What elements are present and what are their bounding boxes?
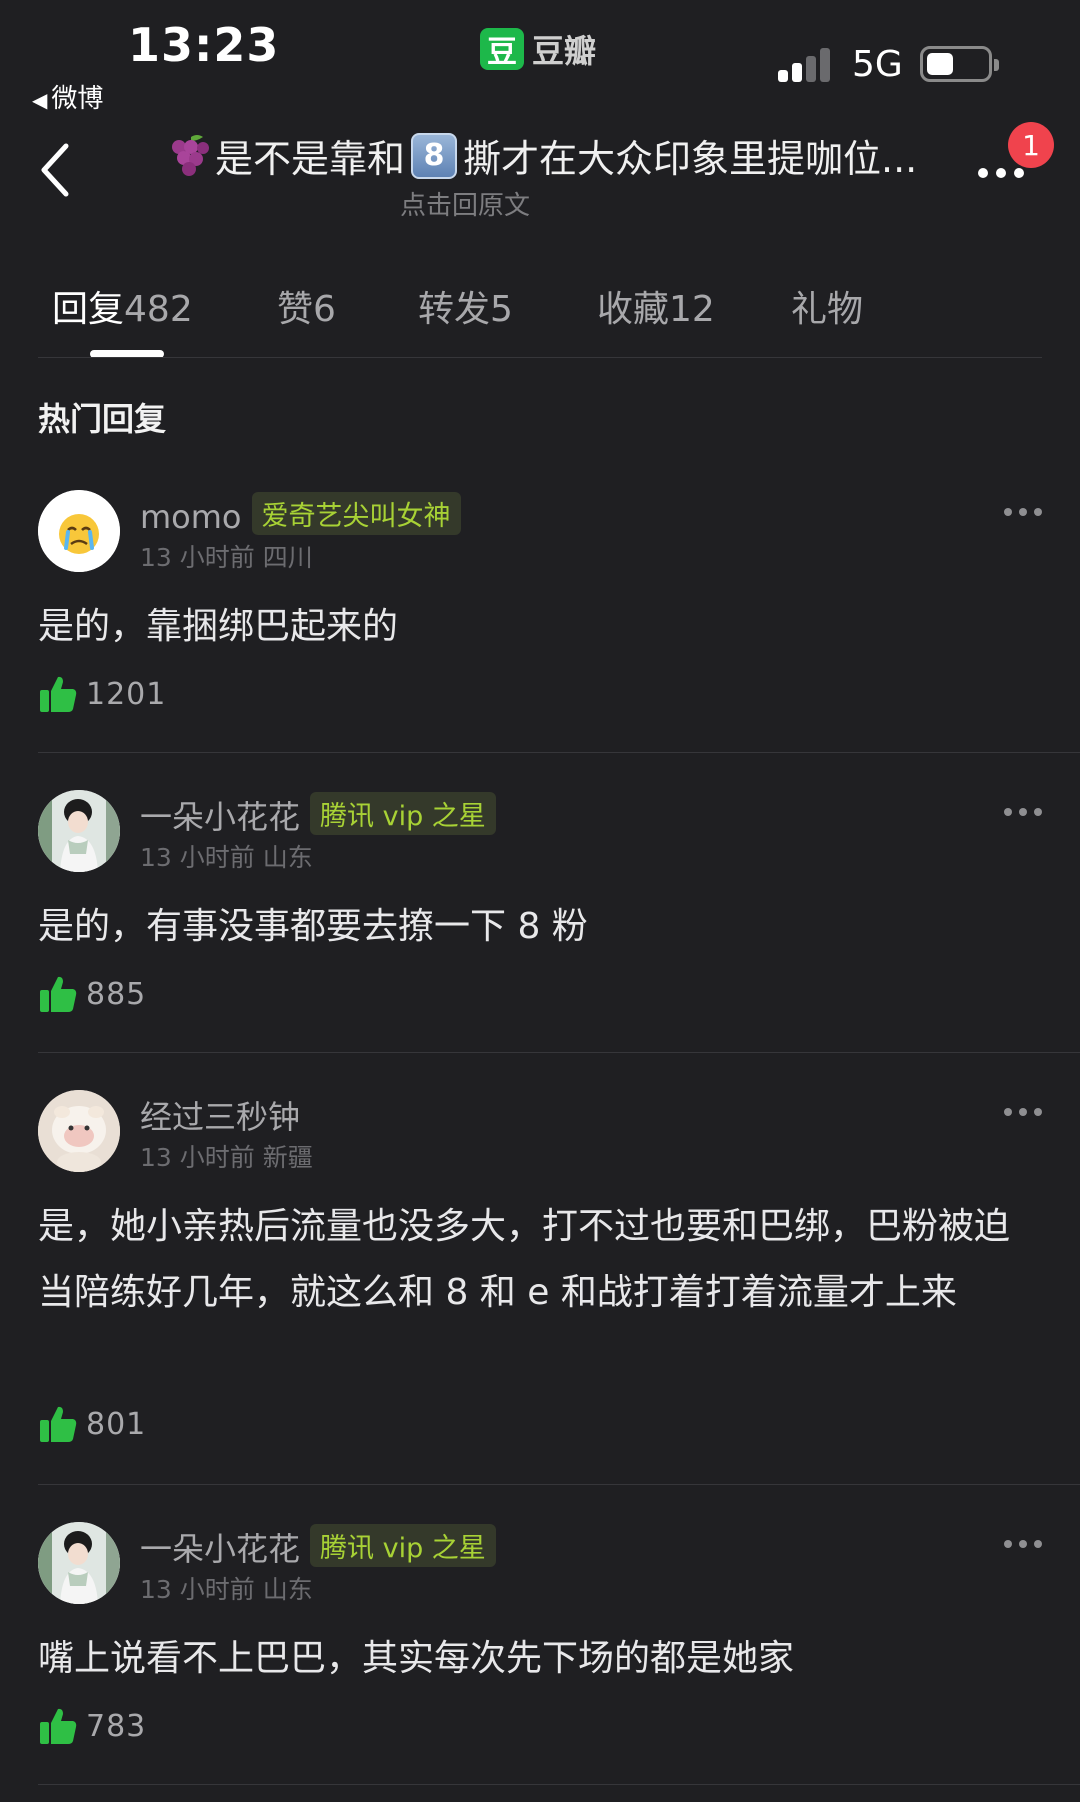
- like-count: 885: [86, 976, 147, 1012]
- tab-label: 回复: [52, 289, 125, 330]
- avatar[interactable]: [38, 1522, 120, 1604]
- tab-count: 5: [490, 289, 513, 330]
- tab-count: 6: [313, 289, 336, 330]
- back-triangle-icon: ◀: [32, 88, 48, 112]
- user-badge: 腾讯 vip 之星: [310, 1524, 496, 1567]
- avatar[interactable]: [38, 490, 120, 572]
- thumbs-up-icon: [40, 1708, 77, 1744]
- tab-label: 礼物: [791, 289, 864, 330]
- comment-more-icon[interactable]: [1004, 808, 1042, 818]
- comment-meta: 13 小时前 新疆: [140, 1143, 313, 1172]
- comment-text: 嘴上说看不上巴巴，其实每次先下场的都是她家: [38, 1638, 795, 1679]
- comment-more-icon[interactable]: [1004, 1540, 1042, 1550]
- crying-emoji-icon: [38, 490, 120, 572]
- like-button[interactable]: 783: [38, 1706, 146, 1746]
- avatar[interactable]: [38, 1090, 120, 1172]
- cellular-signal-icon: [778, 48, 834, 82]
- user-badge: 腾讯 vip 之星: [310, 792, 496, 835]
- username[interactable]: 一朵小花花 腾讯 vip 之星: [140, 792, 496, 838]
- tab-likes[interactable]: 赞6: [277, 280, 336, 332]
- battery-level-fill: [927, 53, 954, 75]
- username[interactable]: 经过三秒钟: [140, 1092, 300, 1138]
- thumbs-up-icon: [40, 976, 77, 1012]
- comment-more-icon[interactable]: [1004, 1108, 1042, 1118]
- comment-meta: 13 小时前 四川: [140, 543, 313, 572]
- app-brand-name: 豆瓣: [532, 32, 597, 70]
- thumbs-up-icon: [40, 1406, 77, 1442]
- douban-logo-icon: 豆: [480, 28, 524, 70]
- grape-icon: [172, 134, 209, 176]
- avatar[interactable]: [38, 790, 120, 872]
- thumbs-up-icon: [40, 676, 77, 712]
- title-part-2: 撕才在大众印象里提咖位...: [463, 137, 918, 181]
- username[interactable]: 一朵小花花 腾讯 vip 之星: [140, 1524, 496, 1570]
- username-text: 一朵小花花: [140, 1530, 301, 1568]
- app-brand: 豆 豆瓣: [480, 26, 596, 72]
- notification-badge: 1: [1008, 122, 1054, 168]
- comment-meta: 13 小时前 山东: [140, 1575, 313, 1604]
- comment-divider: [38, 1484, 1080, 1485]
- plush-toy-icon: [38, 1090, 120, 1172]
- tabs-divider: [38, 357, 1042, 358]
- comment-divider: [38, 752, 1080, 753]
- section-title: 热门回复: [38, 400, 167, 438]
- network-type: 5G: [852, 44, 903, 85]
- tab-count: 482: [124, 289, 193, 330]
- app-root: 13:23 ◀ 微博 豆 豆瓣 5G 是不是靠和 8 撕才在大众印象里提咖位..…: [0, 0, 1080, 1802]
- back-arrow-icon[interactable]: [36, 140, 76, 200]
- tab-favorites[interactable]: 收藏12: [597, 280, 715, 332]
- title-part-1: 是不是靠和: [215, 137, 406, 181]
- status-bar: 13:23 ◀ 微博 豆 豆瓣 5G: [0, 0, 1080, 114]
- girl-portrait-icon: [38, 790, 120, 872]
- tab-label: 转发: [418, 289, 491, 330]
- username-text: momo: [140, 498, 242, 536]
- username[interactable]: momo 爱奇艺尖叫女神: [140, 492, 461, 536]
- tab-label: 赞: [277, 289, 314, 330]
- status-time: 13:23: [128, 18, 280, 72]
- user-badge: 爱奇艺尖叫女神: [251, 492, 461, 535]
- comment-text: 是的，有事没事都要去撩一下 8 粉: [38, 906, 588, 947]
- tab-reposts[interactable]: 转发5: [418, 280, 513, 332]
- nav-title-block[interactable]: 是不是靠和 8 撕才在大众印象里提咖位... 点击回原文: [165, 128, 925, 222]
- comment-divider: [38, 1052, 1080, 1053]
- tab-gifts[interactable]: 礼物: [791, 280, 863, 332]
- girl-portrait-icon: [38, 1522, 120, 1604]
- username-text: 经过三秒钟: [140, 1098, 301, 1136]
- comment-text: 是，她小亲热后流量也没多大，打不过也要和巴绑，巴粉被迫当陪练好几年，就这么和 8…: [38, 1206, 1011, 1313]
- comment-divider: [38, 1784, 1080, 1785]
- like-count: 783: [86, 1708, 147, 1744]
- like-count: 1201: [86, 676, 167, 712]
- nav-header: 是不是靠和 8 撕才在大众印象里提咖位... 点击回原文 1: [0, 110, 1080, 230]
- like-button[interactable]: 801: [38, 1404, 146, 1444]
- like-button[interactable]: 1201: [38, 674, 166, 714]
- like-count: 801: [86, 1406, 147, 1442]
- tab-label: 收藏: [597, 289, 670, 330]
- username-text: 一朵小花花: [140, 798, 301, 836]
- comment-meta: 13 小时前 山东: [140, 843, 313, 872]
- reply-tabs: 回复482 赞6 转发5 收藏12 礼物: [0, 280, 1080, 360]
- back-to-original-link[interactable]: 点击回原文: [165, 185, 765, 222]
- page-title: 是不是靠和 8 撕才在大众印象里提咖位...: [165, 128, 925, 183]
- tab-count: 12: [669, 289, 715, 330]
- comment-text: 是的，靠捆绑巴起来的: [38, 606, 399, 647]
- like-button[interactable]: 885: [38, 974, 146, 1014]
- keycap-eight-icon: 8: [411, 132, 458, 179]
- tab-replies[interactable]: 回复482: [52, 280, 193, 332]
- battery-icon: [920, 46, 999, 82]
- comment-more-icon[interactable]: [1004, 508, 1042, 518]
